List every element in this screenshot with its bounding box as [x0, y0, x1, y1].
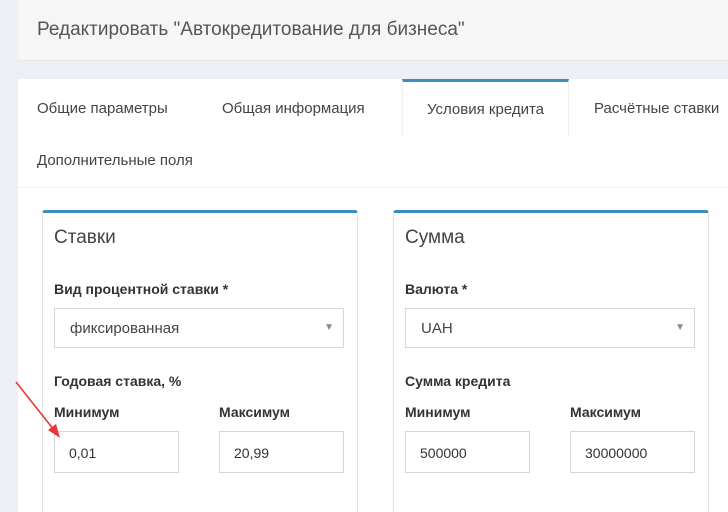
currency-select[interactable]: UAH ▼	[405, 308, 695, 348]
tabs-row-2: Дополнительные поля	[18, 137, 728, 188]
tab-calculated-rates[interactable]: Расчётные ставки	[594, 79, 719, 137]
currency-value: UAH	[421, 320, 453, 337]
chevron-down-icon: ▼	[324, 322, 334, 333]
amount-max-value: 30000000	[585, 445, 648, 461]
rates-box-title: Ставки	[54, 227, 116, 248]
rate-type-select[interactable]: фиксированная ▼	[54, 308, 344, 348]
tab-additional-fields[interactable]: Дополнительные поля	[37, 152, 193, 182]
rate-max-input[interactable]: 20,99	[219, 431, 344, 473]
annotation-arrow-icon	[15, 381, 60, 438]
amount-min-value: 500000	[420, 445, 467, 461]
amount-label: Сумма кредита	[405, 373, 511, 389]
rate-min-value: 0,01	[69, 445, 97, 461]
tab-general-parameters[interactable]: Общие параметры	[37, 79, 168, 137]
amount-min-label: Минимум	[405, 404, 471, 420]
sum-box: Сумма Валюта * UAH ▼ Сумма кредита Миним…	[393, 210, 709, 512]
rate-type-value: фиксированная	[70, 320, 180, 337]
tabs-row-1: Общие параметры Общая информация Условия…	[18, 79, 728, 139]
page-header: Редактировать "Автокредитование для бизн…	[18, 0, 728, 61]
amount-max-label: Максимум	[570, 404, 641, 420]
rate-max-label: Максимум	[219, 404, 290, 420]
amount-max-input[interactable]: 30000000	[570, 431, 695, 473]
rate-type-label: Вид процентной ставки *	[54, 281, 229, 297]
amount-min-input[interactable]: 500000	[405, 431, 530, 473]
page: Редактировать "Автокредитование для бизн…	[0, 0, 728, 512]
annual-rate-label: Годовая ставка, %	[54, 373, 182, 389]
tab-credit-conditions[interactable]: Условия кредита	[402, 79, 569, 137]
rate-min-input[interactable]: 0,01	[54, 431, 179, 473]
tab-general-info[interactable]: Общая информация	[222, 79, 365, 137]
chevron-down-icon: ▼	[675, 322, 685, 333]
page-title: Редактировать "Автокредитование для бизн…	[37, 19, 465, 40]
rates-box: Ставки Вид процентной ставки * фиксирова…	[42, 210, 358, 512]
rate-max-value: 20,99	[234, 445, 270, 461]
currency-label: Валюта *	[405, 281, 468, 297]
sum-box-title: Сумма	[405, 227, 465, 248]
